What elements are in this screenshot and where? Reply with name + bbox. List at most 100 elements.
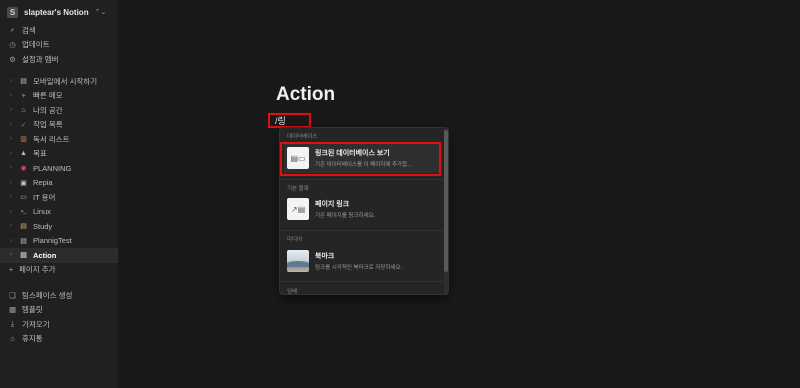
workspace-switcher[interactable]: S slaptear's Notion ⌃⌄ bbox=[7, 4, 106, 20]
pin-icon: ✦ bbox=[20, 92, 27, 100]
workspace-avatar: S bbox=[7, 6, 18, 18]
template-icon: ▦ bbox=[8, 305, 17, 315]
nav-item-trash[interactable]: ⌂ 휴지통 bbox=[0, 332, 118, 347]
chevron-updown-icon: ⌃⌄ bbox=[94, 9, 107, 16]
page-label: 나의 공간 bbox=[33, 105, 63, 115]
sidebar-page-item[interactable]: › ▲ 목표 bbox=[0, 147, 118, 162]
sidebar-page-item-active[interactable]: › ▤ Action bbox=[0, 248, 118, 263]
page-link-icon: ↗▤ bbox=[287, 198, 309, 220]
page-tree: › ▤ 모바일에서 시작하기 › ✦ 빠른 메모 › ⌂ 나의 공간 › ✓ 작업 목록 › ▥ 독… bbox=[0, 74, 118, 277]
nav-label: 설정과 멤버 bbox=[22, 54, 59, 64]
nav-label: 팀스페이스 생성 bbox=[22, 290, 73, 300]
page-icon: ▤ bbox=[20, 252, 27, 260]
page-label: IT 용어 bbox=[33, 192, 56, 202]
import-icon: ⤓ bbox=[10, 319, 15, 329]
sidebar-page-item[interactable]: › ▥ 독서 리스트 bbox=[0, 132, 118, 147]
chevron-right-icon[interactable]: › bbox=[8, 252, 14, 258]
menu-section-label: 임베 bbox=[287, 289, 298, 294]
add-page-label: 페이지 추가 bbox=[19, 265, 56, 275]
page-label: PlannigTest bbox=[33, 236, 72, 246]
page-label: 독서 리스트 bbox=[33, 134, 70, 144]
nav-label: 가져오기 bbox=[22, 319, 50, 329]
divider bbox=[280, 281, 444, 282]
divider bbox=[280, 230, 444, 231]
nav-label: 업데이트 bbox=[22, 40, 50, 50]
chevron-right-icon[interactable]: › bbox=[8, 223, 14, 229]
monitor-icon: ▭ bbox=[20, 194, 27, 202]
sidebar-page-item[interactable]: › ▣ Repia bbox=[0, 176, 118, 191]
house-icon: ⌂ bbox=[21, 106, 26, 114]
nav-item-settings[interactable]: ⚙ 설정과 멤버 bbox=[0, 52, 118, 67]
mountain-icon: ▲ bbox=[20, 150, 27, 158]
menu-item-linked-database[interactable]: ▤▭ 링크된 데이터베이스 보기 기존 데이터베이스를 이 페이지에 추가합..… bbox=[284, 143, 442, 173]
nav-item-import[interactable]: ⤓ 가져오기 bbox=[0, 317, 118, 332]
page-label: 목표 bbox=[33, 149, 47, 159]
target-icon: ◉ bbox=[20, 165, 27, 173]
check-icon: ✓ bbox=[20, 121, 27, 129]
menu-item-desc: 기존 페이지를 링크하세요. bbox=[315, 213, 376, 219]
page-label: Repia bbox=[33, 178, 53, 188]
menu-item-title: 링크된 데이터베이스 보기 bbox=[315, 150, 390, 157]
chevron-right-icon[interactable]: › bbox=[8, 122, 14, 128]
top-nav: ⌕ 검색 ◷ 업데이트 ⚙ 설정과 멤버 bbox=[0, 23, 118, 67]
nav-item-updates[interactable]: ◷ 업데이트 bbox=[0, 38, 118, 53]
menu-item-desc: 링크를 시각적인 북마크로 저장하세요. bbox=[315, 265, 403, 271]
add-page-button[interactable]: + 페이지 추가 bbox=[0, 263, 118, 278]
menu-item-title: 북마크 bbox=[315, 253, 335, 260]
notebook-icon: ▤ bbox=[20, 223, 27, 231]
workspace-name: slaptear's Notion bbox=[24, 7, 89, 17]
chevron-right-icon[interactable]: › bbox=[8, 165, 14, 171]
chevron-right-icon[interactable]: › bbox=[8, 78, 14, 84]
bottom-nav: ❏ 팀스페이스 생성 ▦ 템플릿 ⤓ 가져오기 ⌂ 휴지통 bbox=[0, 288, 118, 346]
page-label: PLANNING bbox=[33, 163, 72, 173]
page-label: 모바일에서 시작하기 bbox=[33, 76, 98, 86]
books-icon: ▥ bbox=[20, 136, 27, 144]
nav-label: 템플릿 bbox=[22, 305, 43, 315]
menu-scrollbar[interactable] bbox=[444, 128, 448, 294]
sidebar-page-item[interactable]: › ⌂ 나의 공간 bbox=[0, 103, 118, 118]
chevron-right-icon[interactable]: › bbox=[8, 93, 14, 99]
search-icon: ⌕ bbox=[10, 25, 15, 35]
menu-section-label: 기본 블록 bbox=[287, 186, 309, 192]
page-label: 작업 목록 bbox=[33, 120, 63, 130]
layers-icon: ❏ bbox=[9, 290, 16, 300]
slash-command-menu: 데이터베이스 ▤▭ 링크된 데이터베이스 보기 기존 데이터베이스를 이 페이지… bbox=[280, 128, 448, 294]
trash-icon: ⌂ bbox=[10, 334, 15, 344]
briefcase-icon: ▣ bbox=[20, 179, 27, 187]
page-label: Linux bbox=[33, 207, 51, 217]
gear-icon: ⚙ bbox=[9, 54, 16, 64]
plus-icon: + bbox=[8, 265, 14, 275]
chevron-right-icon[interactable]: › bbox=[8, 209, 14, 215]
sidebar-page-item[interactable]: › ▤ PlannigTest bbox=[0, 234, 118, 249]
chevron-right-icon[interactable]: › bbox=[8, 151, 14, 157]
chevron-right-icon[interactable]: › bbox=[8, 107, 14, 113]
nav-item-search[interactable]: ⌕ 검색 bbox=[0, 23, 118, 38]
slash-command-input[interactable]: /링 bbox=[268, 113, 311, 128]
db-page-icon: ▤▭ bbox=[287, 147, 309, 169]
scrollbar-thumb[interactable] bbox=[444, 130, 448, 272]
nav-item-templates[interactable]: ▦ 템플릿 bbox=[0, 303, 118, 318]
page-label: Action bbox=[33, 250, 57, 260]
page-title[interactable]: Action bbox=[276, 84, 335, 106]
menu-item-page-link[interactable]: ↗▤ 페이지 링크 기존 페이지를 링크하세요. bbox=[284, 194, 442, 224]
sidebar-page-item[interactable]: › ▤ 모바일에서 시작하기 bbox=[0, 74, 118, 89]
page-label: Study bbox=[33, 221, 53, 231]
menu-item-desc: 기존 데이터베이스를 이 페이지에 추가합... bbox=[315, 162, 412, 168]
sidebar-page-item[interactable]: › ◉ PLANNING bbox=[0, 161, 118, 176]
nav-item-create-teamspace[interactable]: ❏ 팀스페이스 생성 bbox=[0, 288, 118, 303]
nav-label: 검색 bbox=[22, 25, 36, 35]
sidebar-page-item[interactable]: › ▤ Study bbox=[0, 219, 118, 234]
sidebar-page-item[interactable]: › ▭ IT 용어 bbox=[0, 190, 118, 205]
nav-label: 휴지통 bbox=[22, 334, 43, 344]
chevron-right-icon[interactable]: › bbox=[8, 238, 14, 244]
sidebar-page-item[interactable]: › ✦ 빠른 메모 bbox=[0, 89, 118, 104]
terminal-icon: >_ bbox=[20, 208, 27, 215]
divider bbox=[280, 179, 444, 180]
chevron-right-icon[interactable]: › bbox=[8, 194, 14, 200]
sidebar-page-item[interactable]: › >_ Linux bbox=[0, 205, 118, 220]
menu-item-bookmark[interactable]: 북마크 링크를 시각적인 북마크로 저장하세요. bbox=[284, 246, 442, 276]
page-icon: ▤ bbox=[20, 237, 27, 245]
chevron-right-icon[interactable]: › bbox=[8, 180, 14, 186]
chevron-right-icon[interactable]: › bbox=[8, 136, 14, 142]
sidebar-page-item[interactable]: › ✓ 작업 목록 bbox=[0, 118, 118, 133]
